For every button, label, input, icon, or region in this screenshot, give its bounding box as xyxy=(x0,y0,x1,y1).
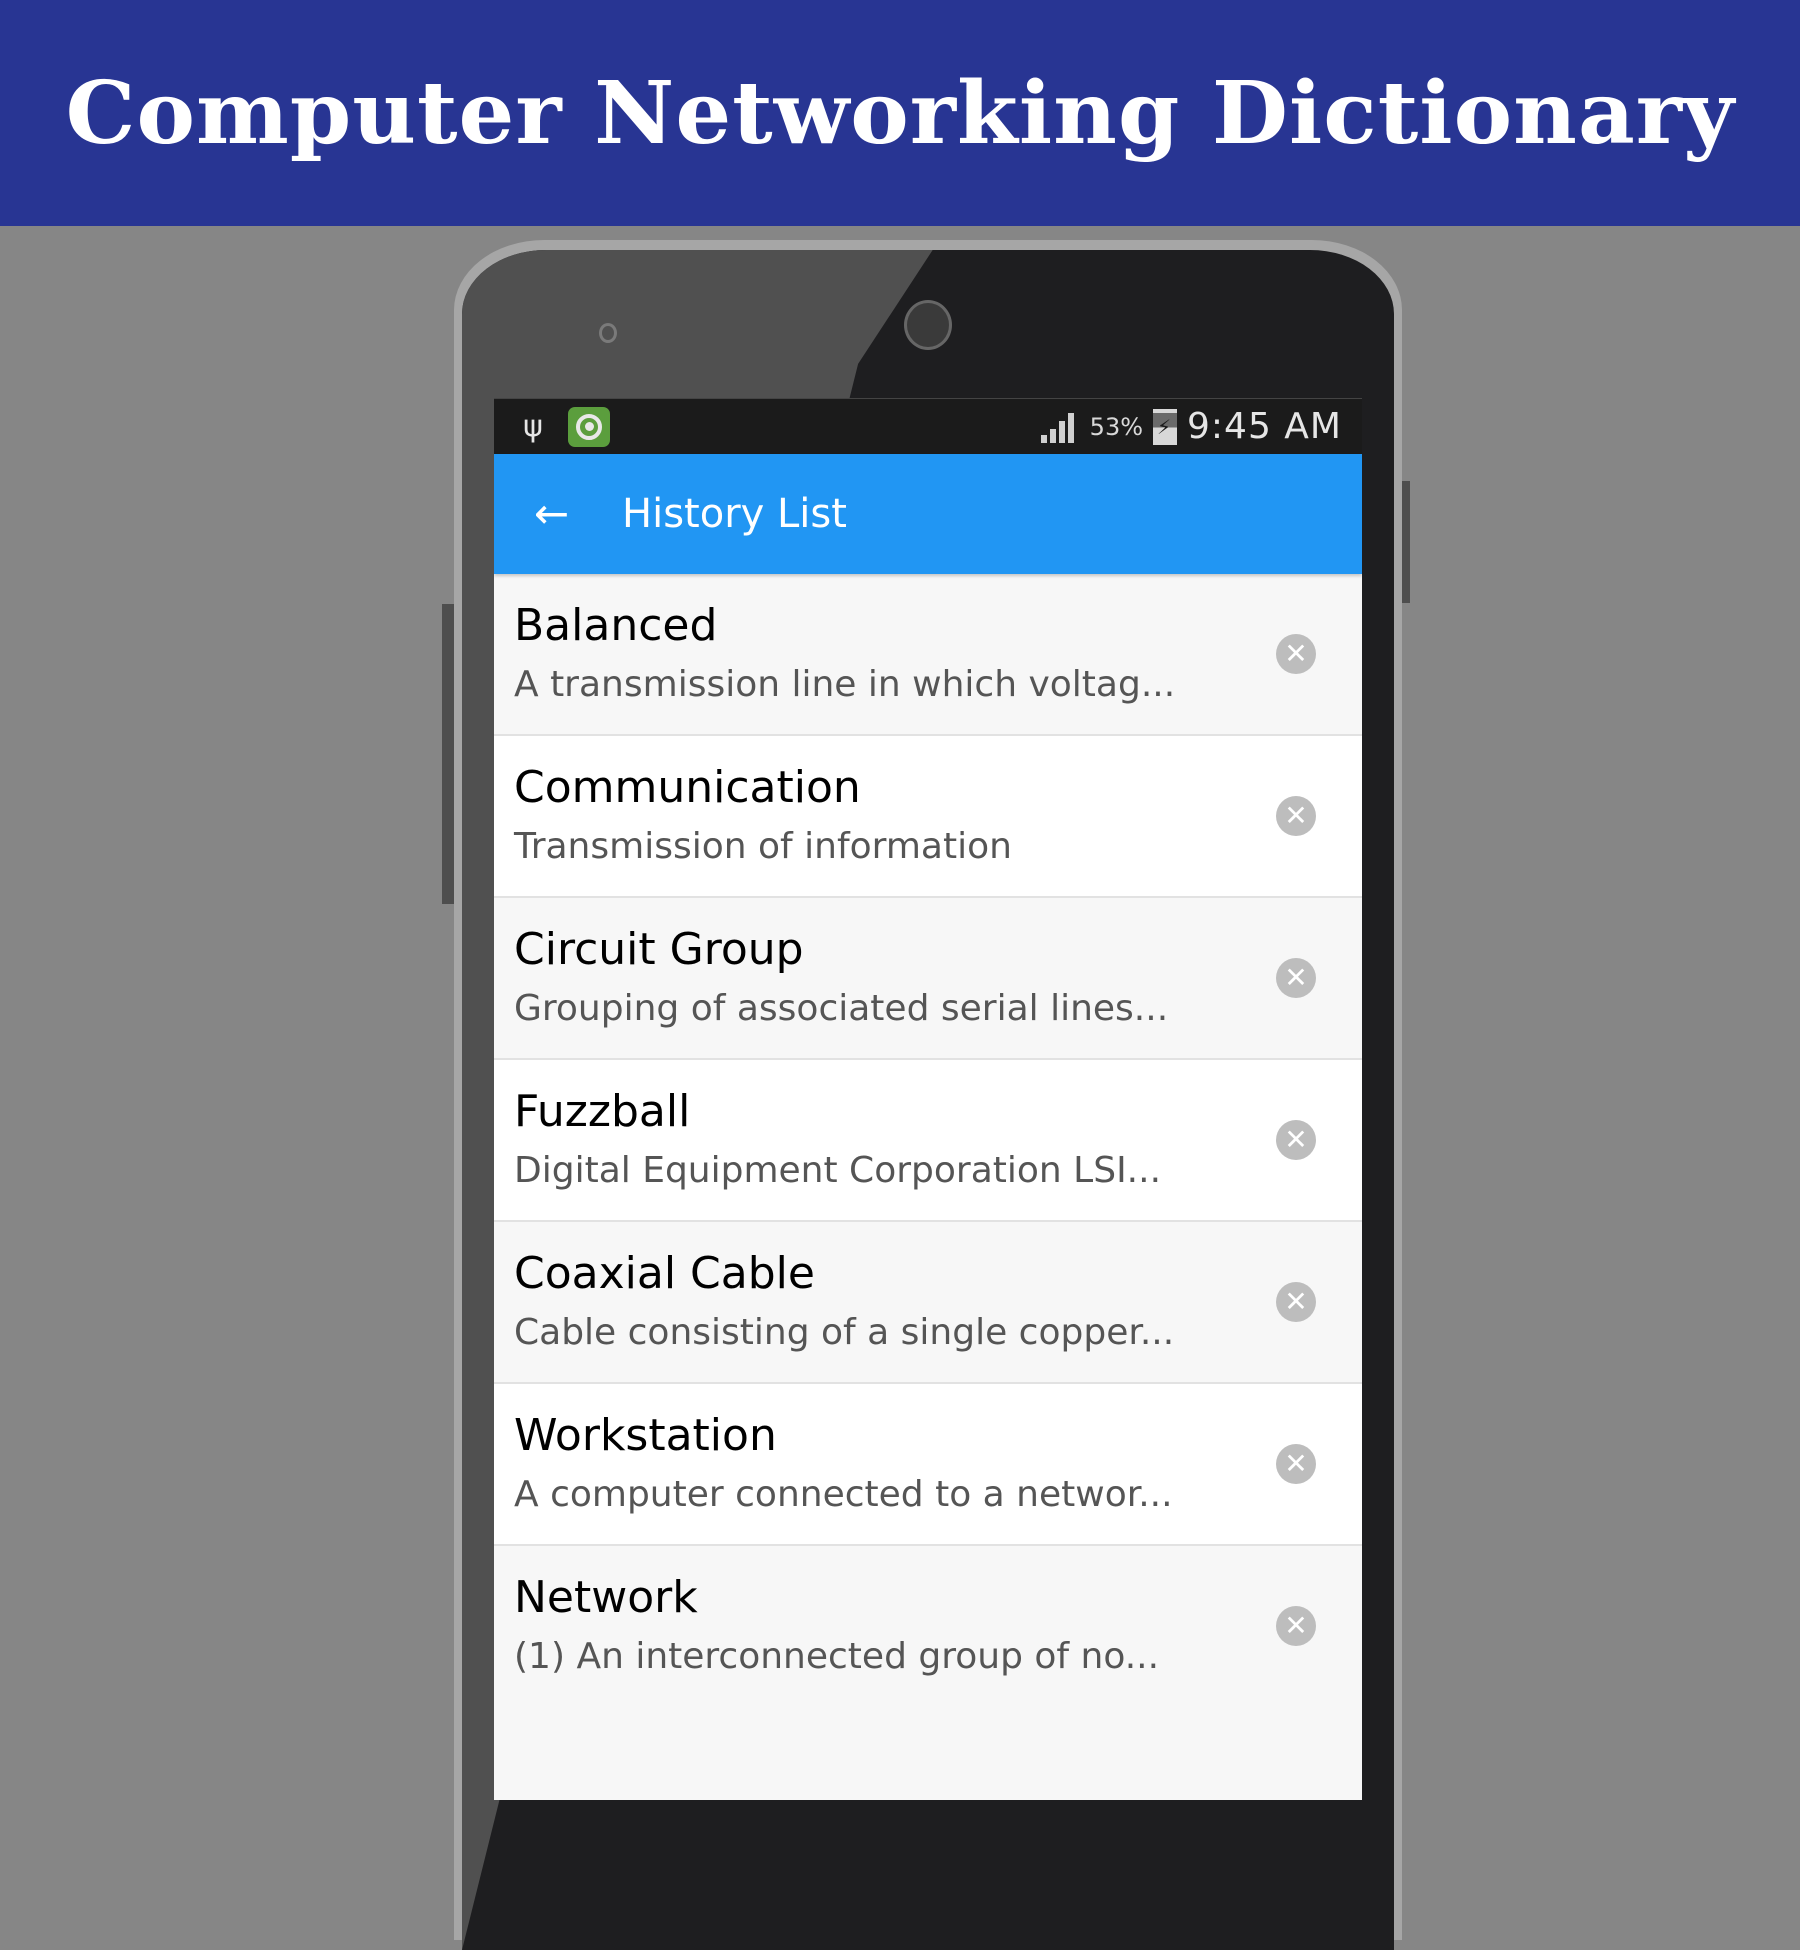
history-definition: Grouping of associated serial lines... xyxy=(514,988,1169,1029)
arrow-left-icon[interactable]: ← xyxy=(534,493,594,535)
history-definition: A computer connected to a networ... xyxy=(514,1474,1173,1515)
history-item[interactable]: Coaxial Cable Cable consisting of a sing… xyxy=(494,1222,1362,1384)
banner-title: Computer Networking Dictionary xyxy=(65,62,1735,164)
history-term: Fuzzball xyxy=(514,1086,691,1137)
usb-icon: ψ xyxy=(523,409,543,444)
history-item[interactable]: Circuit Group Grouping of associated ser… xyxy=(494,898,1362,1060)
status-clock: 9:45 AM xyxy=(1187,406,1342,447)
phone-power-button xyxy=(1402,481,1410,603)
app-toolbar: ← History List xyxy=(494,454,1362,574)
status-bar: ψ 53% ⚡ 9:45 AM xyxy=(494,398,1362,454)
history-definition: Cable consisting of a single copper... xyxy=(514,1312,1175,1353)
promo-banner: Computer Networking Dictionary xyxy=(0,0,1800,226)
history-term: Circuit Group xyxy=(514,924,804,975)
remove-icon[interactable]: ✕ xyxy=(1276,1606,1316,1646)
remove-icon[interactable]: ✕ xyxy=(1276,1444,1316,1484)
history-list: Balanced A transmission line in which vo… xyxy=(494,574,1362,1800)
remove-icon[interactable]: ✕ xyxy=(1276,958,1316,998)
battery-percent: 53% xyxy=(1089,412,1144,441)
signal-icon xyxy=(1040,411,1074,443)
history-item[interactable]: Communication Transmission of informatio… xyxy=(494,736,1362,898)
history-term: Coaxial Cable xyxy=(514,1248,815,1299)
history-term: Balanced xyxy=(514,600,718,651)
history-definition: Transmission of information xyxy=(514,826,1012,867)
history-item[interactable]: Workstation A computer connected to a ne… xyxy=(494,1384,1362,1546)
history-term: Network xyxy=(514,1572,698,1623)
phone-screen: ψ 53% ⚡ 9:45 AM ← History List Balanced … xyxy=(494,398,1362,1800)
page-title: History List xyxy=(622,491,847,537)
history-item[interactable]: Fuzzball Digital Equipment Corporation L… xyxy=(494,1060,1362,1222)
history-definition: Digital Equipment Corporation LSI... xyxy=(514,1150,1162,1191)
history-definition: (1) An interconnected group of no... xyxy=(514,1636,1160,1677)
history-term: Workstation xyxy=(514,1410,777,1461)
history-term: Communication xyxy=(514,762,861,813)
history-item[interactable]: Balanced A transmission line in which vo… xyxy=(494,574,1362,736)
proximity-sensor xyxy=(599,323,617,343)
target-app-icon xyxy=(568,406,610,447)
front-camera xyxy=(904,300,952,350)
history-item[interactable]: Network (1) An interconnected group of n… xyxy=(494,1546,1362,1800)
phone-volume-button xyxy=(442,604,454,904)
remove-icon[interactable]: ✕ xyxy=(1276,634,1316,674)
battery-charging-icon: ⚡ xyxy=(1153,408,1178,445)
history-definition: A transmission line in which voltag... xyxy=(514,664,1176,705)
remove-icon[interactable]: ✕ xyxy=(1276,1120,1316,1160)
remove-icon[interactable]: ✕ xyxy=(1276,1282,1316,1322)
remove-icon[interactable]: ✕ xyxy=(1276,796,1316,836)
